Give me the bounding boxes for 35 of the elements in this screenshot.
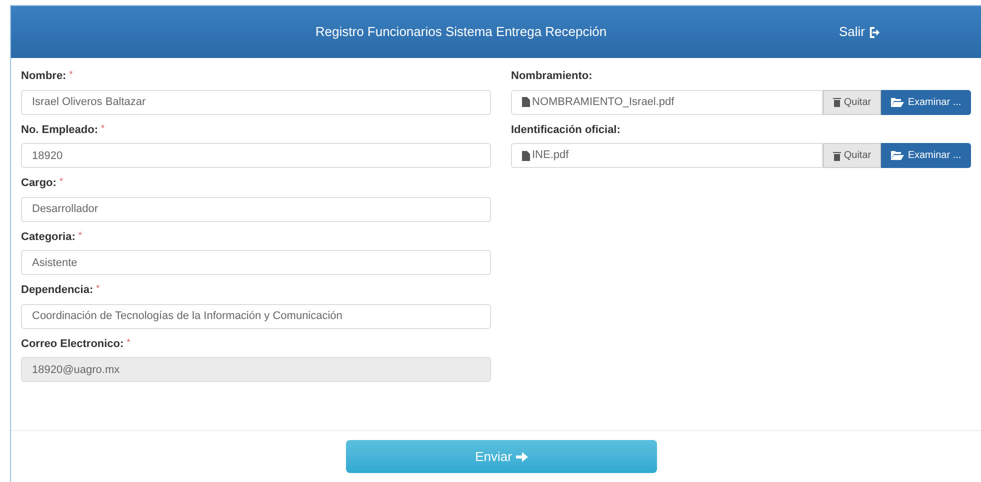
text-field[interactable]: Israel Oliveros Baltazar <box>21 90 491 114</box>
folder-icon <box>890 98 904 106</box>
required-mark: * <box>59 175 63 188</box>
field-label: Categoria: <box>21 230 76 244</box>
text-field[interactable]: Desarrollador <box>21 196 491 222</box>
required-mark: * <box>96 282 100 295</box>
trash-icon <box>832 97 841 107</box>
folder-icon <box>890 151 904 160</box>
file-name: INE.pdf <box>532 148 569 164</box>
field-label: Nombramiento: <box>511 69 594 84</box>
text-field[interactable]: 18920 <box>21 143 491 168</box>
field-label: Correo Electronico: <box>21 336 124 352</box>
browse-button[interactable]: Examinar ... <box>881 143 971 168</box>
logout-link[interactable]: Salir <box>811 22 981 42</box>
field-label: Identificación oficial: <box>511 122 622 138</box>
logout-icon <box>869 26 880 38</box>
field-label: Nombre: <box>21 69 66 84</box>
remove-button[interactable]: Quitar <box>823 143 881 168</box>
text-field[interactable]: Coordinación de Tecnologías de la Información y Comunicación <box>21 304 491 328</box>
text-field[interactable]: Asistente <box>21 250 491 275</box>
required-mark: * <box>126 336 130 348</box>
remove-button[interactable]: Quitar <box>823 90 881 114</box>
field-label: Dependencia: <box>21 283 94 298</box>
page-title: Registro Funcionarios Sistema Entrega Recepción <box>315 24 607 40</box>
file-icon <box>522 97 530 107</box>
arrow-right-icon <box>516 452 528 462</box>
required-mark: * <box>101 122 105 134</box>
browse-button[interactable]: Examinar ... <box>881 90 971 114</box>
file-name: NOMBRAMIENTO_Israel.pdf <box>532 94 674 110</box>
required-mark: * <box>69 68 73 81</box>
required-mark: * <box>78 228 82 242</box>
trash-icon <box>832 150 841 160</box>
field-label: Cargo: <box>21 176 56 191</box>
file-icon <box>522 150 530 160</box>
field-label: No. Empleado: <box>21 122 98 138</box>
